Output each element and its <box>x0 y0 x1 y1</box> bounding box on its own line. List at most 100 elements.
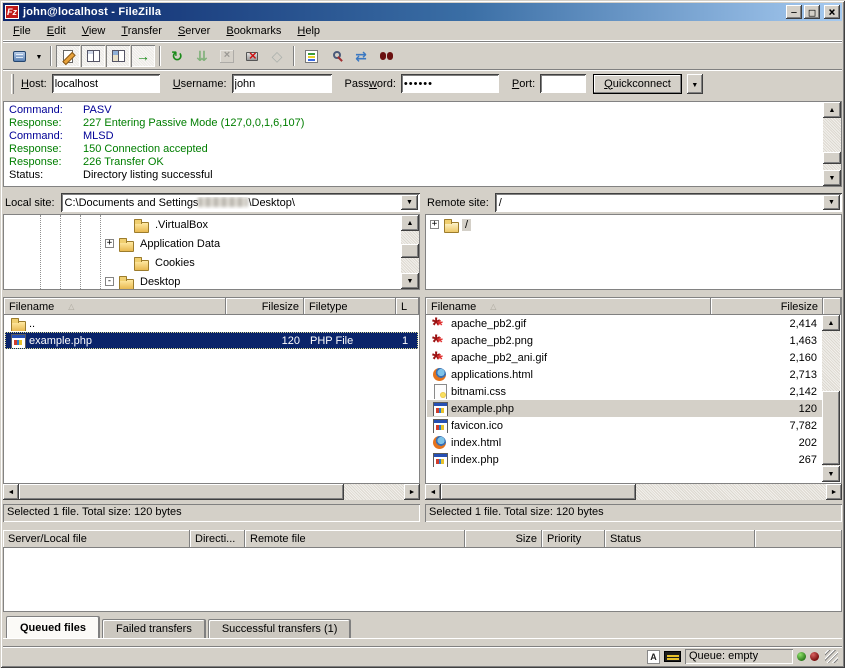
quickconnect-button[interactable]: Quickconnect <box>593 74 682 94</box>
grip-handle[interactable] <box>11 74 14 94</box>
resize-grip[interactable] <box>825 650 838 663</box>
queue-column-status[interactable]: Status <box>605 530 755 548</box>
file-row[interactable]: index.php267 <box>427 451 822 468</box>
tree-item-application-data[interactable]: +Application Data <box>4 234 400 253</box>
scroll-left-button[interactable] <box>425 484 441 500</box>
column-header-filetype[interactable]: Filetype <box>304 298 396 315</box>
quickconnect-bar: Host: Username: Password: Port: Quickcon… <box>3 69 842 97</box>
port-input[interactable] <box>540 74 586 93</box>
file-row-parent[interactable]: .. <box>5 315 418 332</box>
file-row[interactable]: apache_pb2_ani.gif2,160 <box>427 349 822 366</box>
tab-failed-transfers[interactable]: Failed transfers <box>102 619 206 638</box>
toggle-remote-tree-button[interactable] <box>106 45 130 67</box>
remote-selection-status: Selected 1 file. Total size: 120 bytes <box>425 504 842 522</box>
local-site-combobox[interactable]: C:\Documents and Settings\Desktop\ <box>61 193 420 212</box>
scroll-thumb[interactable] <box>401 244 419 258</box>
file-row-example-php[interactable]: example.php120 <box>427 400 822 417</box>
refresh-button[interactable]: ↻ <box>165 45 189 67</box>
menu-bookmarks[interactable]: Bookmarks <box>218 22 289 40</box>
window-title: john@localhost - FileZilla <box>23 6 784 18</box>
toggle-local-tree-button[interactable] <box>81 45 105 67</box>
scroll-thumb[interactable] <box>19 484 344 500</box>
scroll-right-button[interactable] <box>404 484 420 500</box>
scroll-thumb[interactable] <box>822 391 840 465</box>
file-row[interactable]: applications.html2,713 <box>427 366 822 383</box>
reconnect-button[interactable]: ◇ <box>265 45 289 67</box>
scroll-up-button[interactable] <box>823 102 841 118</box>
toggle-queue-button[interactable]: → <box>131 45 155 67</box>
menu-file[interactable]: File <box>5 22 39 40</box>
username-input[interactable] <box>232 74 332 93</box>
scroll-down-button[interactable] <box>822 466 840 482</box>
combo-dropdown-button[interactable] <box>823 195 840 210</box>
filter-button[interactable] <box>299 45 323 67</box>
queue-column-size[interactable]: Size <box>465 530 542 548</box>
data-type-icon[interactable] <box>647 650 660 664</box>
queue-list-area[interactable] <box>3 548 842 612</box>
file-row-example-php[interactable]: example.php 120 PHP File 1 <box>5 332 418 349</box>
toolbar-separator <box>159 46 161 66</box>
site-manager-dropdown-button[interactable] <box>32 45 46 67</box>
file-row[interactable]: bitnami.css2,142 <box>427 383 822 400</box>
file-row[interactable]: favicon.ico7,782 <box>427 417 822 434</box>
combo-dropdown-button[interactable] <box>401 195 418 210</box>
synchronized-browsing-button[interactable]: ⇄ <box>349 45 373 67</box>
quickconnect-dropdown-button[interactable] <box>687 74 703 94</box>
host-input[interactable] <box>52 74 160 93</box>
speed-limit-icon[interactable] <box>664 651 681 662</box>
scroll-thumb[interactable] <box>823 152 841 164</box>
scroll-up-button[interactable] <box>822 315 840 331</box>
find-files-button[interactable] <box>374 45 398 67</box>
remote-list-scrollbar[interactable] <box>822 315 840 482</box>
queue-column-direction[interactable]: Directi... <box>190 530 245 548</box>
tab-successful-transfers[interactable]: Successful transfers (1) <box>208 619 352 638</box>
column-header-filler <box>823 298 841 315</box>
scroll-right-button[interactable] <box>826 484 842 500</box>
remote-site-combobox[interactable]: / <box>495 193 842 212</box>
minimize-button[interactable] <box>786 5 802 19</box>
menu-view[interactable]: View <box>74 22 114 40</box>
log-scrollbar[interactable] <box>823 102 841 186</box>
tree-item-virtualbox[interactable]: .VirtualBox <box>4 215 400 234</box>
disconnect-button[interactable] <box>240 45 264 67</box>
title-bar: john@localhost - FileZilla <box>3 3 842 21</box>
menu-transfer[interactable]: Transfer <box>113 22 170 40</box>
process-queue-button[interactable]: ⇊ <box>190 45 214 67</box>
column-header-filesize[interactable]: Filesize <box>711 298 823 315</box>
column-header-modified[interactable]: L <box>396 298 419 315</box>
tree-item-desktop[interactable]: -Desktop <box>4 272 400 290</box>
file-row[interactable]: index.html202 <box>427 434 822 451</box>
queue-column-server-local-file[interactable]: Server/Local file <box>3 530 190 548</box>
queue-column-remote-file[interactable]: Remote file <box>245 530 465 548</box>
close-button[interactable] <box>824 5 840 19</box>
menu-help[interactable]: Help <box>289 22 328 40</box>
queue-column-priority[interactable]: Priority <box>542 530 605 548</box>
column-header-filename[interactable]: Filename <box>4 298 226 315</box>
remote-path: / <box>495 197 823 209</box>
scroll-thumb[interactable] <box>441 484 636 500</box>
local-tree-scrollbar[interactable] <box>401 215 419 289</box>
scroll-up-button[interactable] <box>401 215 419 231</box>
file-row[interactable]: apache_pb2.png1,463 <box>427 332 822 349</box>
menu-server[interactable]: Server <box>170 22 218 40</box>
local-horizontal-scrollbar[interactable] <box>3 484 420 500</box>
scroll-down-button[interactable] <box>401 273 419 289</box>
remote-horizontal-scrollbar[interactable] <box>425 484 842 500</box>
file-row[interactable]: apache_pb2.gif2,414 <box>427 315 822 332</box>
cancel-operation-button[interactable]: × <box>215 45 239 67</box>
site-manager-button[interactable] <box>7 45 31 67</box>
local-path: C:\Documents and Settings\Desktop\ <box>61 197 401 209</box>
directory-comparison-button[interactable] <box>324 45 348 67</box>
tab-queued-files[interactable]: Queued files <box>6 616 100 638</box>
password-input[interactable] <box>401 74 499 93</box>
scroll-down-button[interactable] <box>823 170 841 186</box>
column-header-filename[interactable]: Filename <box>426 298 711 315</box>
tree-item-root[interactable]: +/ <box>426 215 841 234</box>
tree-item-cookies[interactable]: Cookies <box>4 253 400 272</box>
column-header-filesize[interactable]: Filesize <box>226 298 304 315</box>
green-indicator-icon <box>797 652 806 661</box>
scroll-left-button[interactable] <box>3 484 19 500</box>
toggle-message-log-button[interactable] <box>56 45 80 67</box>
menu-edit[interactable]: Edit <box>39 22 74 40</box>
maximize-button[interactable] <box>804 5 820 19</box>
